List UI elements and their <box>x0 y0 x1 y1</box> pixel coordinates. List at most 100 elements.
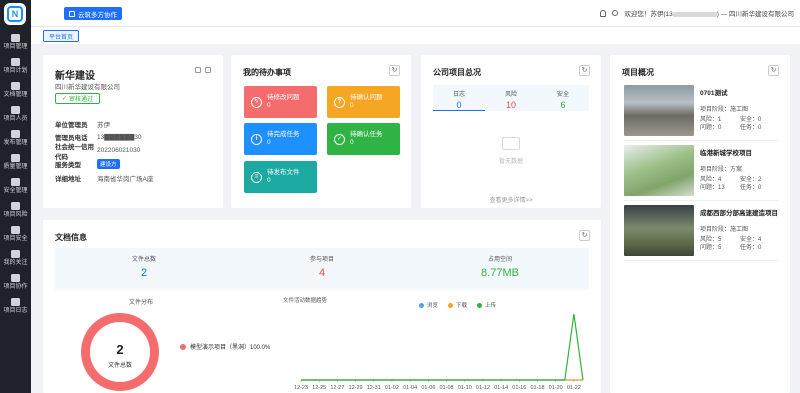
project-stats: 风险：5 安全：4 问题：5 任务：0 <box>700 237 762 251</box>
x-tick-label: 01-02 <box>385 385 399 390</box>
shield-icon <box>11 178 20 186</box>
doc-stat: 参与项目 4 <box>309 257 334 279</box>
lock-icon <box>11 226 20 234</box>
sidebar-item[interactable]: 项目人员 <box>0 102 31 126</box>
divider <box>624 260 778 261</box>
refresh-icon[interactable]: ↻ <box>768 65 779 76</box>
tab-home[interactable]: 平台首页 <box>43 30 80 42</box>
user-icon[interactable] <box>612 10 619 16</box>
check-icon: ✓ <box>334 133 345 145</box>
docs-card: 文档信息 ↻ 文件总数 2 参与项目 4 占用空间 8.77MB 文件分布 2 文件总数 … <box>43 220 601 393</box>
refresh-icon[interactable]: ↻ <box>579 230 590 241</box>
sidebar-item[interactable]: 质量管理 <box>0 150 31 174</box>
project-thumbnail[interactable] <box>624 145 694 196</box>
overview-card: 公司项目总况 ↻ 日志 0 风险 10 安全 6 暂无数据 查看更多详情>> <box>421 55 601 208</box>
x-tick-label: 12-29 <box>349 385 363 390</box>
bell-icon[interactable] <box>600 9 607 17</box>
company-info-row: 服务类型 建设方 <box>55 158 215 172</box>
sidebar-item[interactable]: 项目管理 <box>0 30 31 54</box>
company-full-name: 四川新华建设有限公司 <box>55 84 120 91</box>
project-item[interactable]: 0701测试 项目阶段：施工图 风险：1 安全：0 问题：0 任务：0 <box>624 85 780 136</box>
sidebar-item[interactable]: 发布管理 <box>0 126 31 150</box>
top-header: 云筑多方协作 欢迎您！苏伊(13) — 四川新华建设有限公司 <box>31 0 800 27</box>
sidebar: N 项目管理 项目计划 文档管理 项目人员 发布管理 质量管理 安全管理 项目风险 项目安全 我的… <box>0 0 31 393</box>
project-stats: 风险：1 安全：0 问题：0 任务：0 <box>700 117 762 131</box>
donut-value: 2 <box>116 342 124 357</box>
user-icon <box>11 106 20 114</box>
todo-item[interactable]: ? 待确认问题 0 <box>327 86 400 118</box>
company-info-row: 单位管理员 苏伊 <box>55 117 215 131</box>
info-icon: i <box>251 133 262 145</box>
collab-button[interactable]: 云筑多方协作 <box>64 7 122 20</box>
send-icon <box>11 130 20 138</box>
alert-icon <box>11 202 20 210</box>
x-tick-label: 01-18 <box>530 385 544 390</box>
info-key: 详细地址 <box>55 175 81 183</box>
empty-box-icon <box>502 137 520 150</box>
overview-title: 公司项目总况 <box>433 68 481 77</box>
calendar-icon <box>11 58 20 66</box>
list-icon <box>11 298 20 306</box>
overview-stat[interactable]: 日志 0 <box>433 85 485 111</box>
project-stats: 风险：4 安全：2 问题：13 任务：0 <box>700 177 762 191</box>
app-logo[interactable]: N <box>4 3 26 25</box>
distribution-donut: 2 文件总数 <box>81 313 159 391</box>
document-icon <box>11 82 20 90</box>
sidebar-item[interactable]: 安全管理 <box>0 174 31 198</box>
docs-title: 文档信息 <box>55 233 87 242</box>
project-name: 临港新城学校项目 <box>700 150 752 157</box>
sidebar-item[interactable]: 项目计划 <box>0 54 31 78</box>
settings-icon[interactable] <box>205 67 211 73</box>
overview-stat[interactable]: 风险 10 <box>485 85 537 111</box>
project-name: 成都西部分部高速建造项目 <box>700 210 778 217</box>
x-tick-label: 01-12 <box>476 385 490 390</box>
project-stage: 项目阶段：施工图 <box>700 227 749 233</box>
project-name: 0701测试 <box>700 90 728 97</box>
edit-icon[interactable] <box>195 67 201 73</box>
info-key: 单位管理员 <box>55 121 88 129</box>
file-icon: ≡ <box>251 171 262 183</box>
projects-card: 项目概况 ↻ 0701测试 项目阶段：施工图 风险：1 安全：0 问题：0 任务：0… <box>610 55 790 393</box>
overview-stat[interactable]: 安全 6 <box>537 85 589 111</box>
project-stage: 项目阶段：施工图 <box>700 107 749 113</box>
todo-item[interactable]: ✓ 待确认任务 0 <box>327 123 400 155</box>
company-info: 单位管理员 苏伊 管理员电话 13▇▇▇▇▇▇30 社会统一信用代码 2022060210… <box>55 117 215 185</box>
sidebar-item[interactable]: 我的关注 <box>0 246 31 270</box>
company-card: 新华建设 四川新华建设有限公司 ✓ 审核通过 单位管理员 苏伊 管理员电话 13▇▇▇▇… <box>43 55 223 208</box>
collab-icon <box>69 10 75 17</box>
project-thumbnail[interactable] <box>624 205 694 256</box>
project-item[interactable]: 成都西部分部高速建造项目 项目阶段：施工图 风险：5 安全：4 问题：5 任务：0 <box>624 205 780 256</box>
heart-icon <box>11 250 20 258</box>
sidebar-item[interactable]: 文档管理 <box>0 78 31 102</box>
x-tick-label: 01-22 <box>567 385 581 390</box>
empty-state: 暂无数据 <box>421 137 601 165</box>
more-details-link[interactable]: 查看更多详情>> <box>421 195 601 204</box>
company-info-row: 社会统一信用代码 202206021030 <box>55 144 215 161</box>
todo-item[interactable]: i 待完成任务 0 <box>244 123 317 155</box>
sidebar-item[interactable]: 项目风险 <box>0 198 31 222</box>
info-value: 海南省华岗广场A座 <box>97 175 154 183</box>
todo-item[interactable]: ✎ 待修改问题 0 <box>244 86 317 118</box>
sidebar-item[interactable]: 项目安全 <box>0 222 31 246</box>
trend-chart: 12-23 12-25 12-27 12-29 12-31 01-02 01-04 01-06… <box>294 313 584 390</box>
overview-stats: 日志 0 风险 10 安全 6 <box>433 85 589 111</box>
project-item[interactable]: 临港新城学校项目 项目阶段：方案 风险：4 安全：2 问题：13 任务：0 <box>624 145 780 196</box>
edit-icon: ✎ <box>251 96 262 108</box>
company-name: 新华建设 <box>55 71 95 82</box>
info-value: 13▇▇▇▇▇▇30 <box>97 134 142 142</box>
audit-status-badge: ✓ 审核通过 <box>55 93 101 104</box>
series-line <box>301 313 584 381</box>
donut-label: 文件总数 <box>107 363 132 369</box>
x-tick-label: 01-10 <box>458 385 472 390</box>
info-value: 202206021030 <box>97 147 141 155</box>
page-tabs: 平台首页 <box>31 27 800 44</box>
project-thumbnail[interactable] <box>624 85 694 136</box>
todo-item[interactable]: ≡ 待发布文件 0 <box>244 161 317 193</box>
distribution-title: 文件分布 <box>129 300 154 306</box>
sidebar-item[interactable]: 项目日志 <box>0 294 31 318</box>
sidebar-item[interactable]: 项目协作 <box>0 270 31 294</box>
refresh-icon[interactable]: ↻ <box>389 65 400 76</box>
refresh-icon[interactable]: ↻ <box>579 65 590 76</box>
x-tick-label: 01-16 <box>512 385 526 390</box>
x-tick-label: 01-08 <box>440 385 454 390</box>
